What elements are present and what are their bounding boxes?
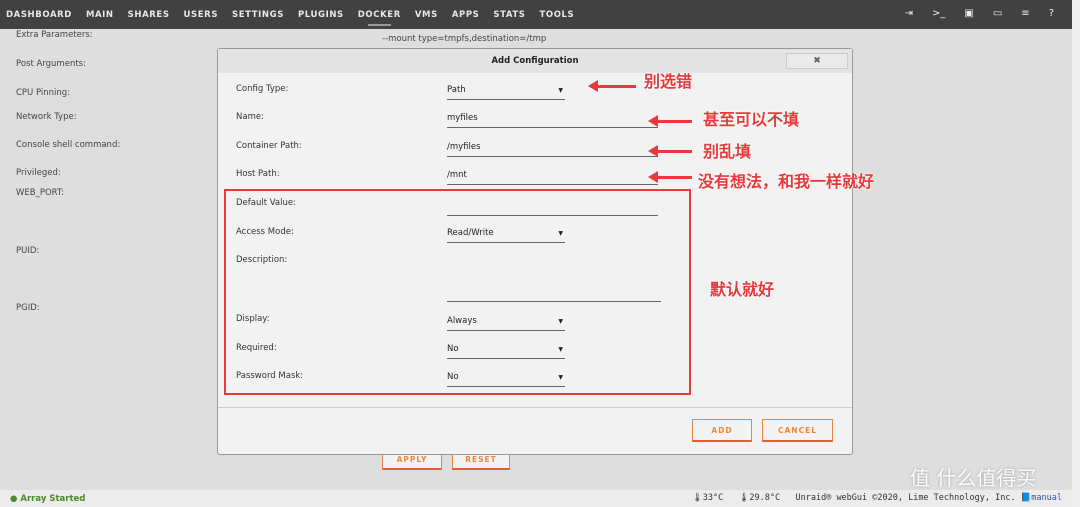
config-type-label: Config Type:	[236, 84, 289, 94]
nav-users[interactable]: USERS	[184, 10, 219, 20]
status-bar: ● Array Started 🌡33°C 🌡29.8°C Unraid® we…	[0, 490, 1072, 507]
bg-label: PUID:	[16, 246, 40, 256]
watermark-logo: 值 什么值得买	[910, 466, 1037, 490]
array-status-text: Array Started	[20, 493, 86, 504]
annotation-text: 没有想法，和我一样就好	[698, 172, 875, 191]
close-button[interactable]: ✖	[786, 53, 848, 69]
scrollbar[interactable]	[1072, 0, 1080, 507]
manual-icon: 📘	[1020, 493, 1032, 503]
copyright: Unraid® webGui ©2020, Lime Technology, I…	[795, 493, 1016, 503]
nav-vms[interactable]: VMS	[415, 10, 438, 20]
nav-plugins[interactable]: PLUGINS	[298, 10, 344, 20]
extra-params-value: --mount type=tmpfs,destination=/tmp	[382, 34, 547, 44]
container-path-input[interactable]: /myfiles	[447, 140, 658, 157]
nav-shares[interactable]: SHARES	[128, 10, 170, 20]
board-temp: 29.8°C	[749, 493, 781, 503]
bg-label: WEB_PORT:	[16, 188, 65, 198]
annotation-text: 别选错	[644, 72, 693, 91]
cpu-temp: 33°C	[702, 493, 724, 503]
bg-label: CPU Pinning:	[16, 88, 71, 98]
logout-icon[interactable]: ⇥	[905, 8, 913, 19]
arrow-icon	[648, 171, 692, 183]
log-icon[interactable]: ≡	[1021, 8, 1029, 19]
bg-label: Extra Parameters:	[16, 30, 93, 40]
nav-settings[interactable]: SETTINGS	[232, 10, 284, 20]
feedback-icon[interactable]: ▣	[964, 8, 973, 19]
nav-main[interactable]: MAIN	[86, 10, 114, 20]
bg-label: PGID:	[16, 303, 40, 313]
bg-label: Post Arguments:	[16, 59, 86, 69]
help-icon[interactable]: ?	[1049, 8, 1054, 19]
manual-link[interactable]: manual	[1031, 493, 1062, 503]
status-dot-icon: ●	[10, 493, 18, 504]
host-path-input[interactable]: /mnt	[447, 168, 658, 185]
name-input[interactable]: myfiles	[447, 111, 658, 128]
annotation-box	[224, 189, 691, 395]
bg-label: Network Type:	[16, 112, 77, 122]
terminal-icon[interactable]: >_	[932, 8, 945, 19]
nav-docker[interactable]: DOCKER	[358, 10, 401, 26]
top-nav: DASHBOARD MAIN SHARES USERS SETTINGS PLU…	[0, 0, 1072, 29]
nav-dashboard[interactable]: DASHBOARD	[6, 10, 72, 20]
thermometer-icon: 🌡	[691, 493, 703, 503]
nav-stats[interactable]: STATS	[493, 10, 525, 20]
container-path-label: Container Path:	[236, 141, 302, 151]
arrow-icon	[648, 145, 692, 157]
bg-label: Console shell command:	[16, 140, 121, 150]
arrow-icon	[648, 115, 692, 127]
nav-apps[interactable]: APPS	[452, 10, 480, 20]
dialog-title: Add Configuration	[218, 49, 852, 73]
nav-tools[interactable]: TOOLS	[539, 10, 574, 20]
display-icon[interactable]: ▭	[993, 8, 1002, 19]
add-button[interactable]: ADD	[692, 419, 752, 442]
bg-label: Privileged:	[16, 168, 61, 178]
cancel-button[interactable]: CANCEL	[762, 419, 833, 442]
host-path-label: Host Path:	[236, 169, 280, 179]
divider	[218, 407, 852, 408]
thermometer-icon: 🌡	[738, 493, 750, 503]
config-type-select[interactable]: Path	[447, 83, 565, 100]
annotation-text: 甚至可以不填	[703, 110, 800, 129]
annotation-text: 别乱填	[703, 142, 752, 161]
annotation-text: 默认就好	[710, 280, 775, 299]
arrow-icon	[588, 80, 636, 92]
array-status: ● Array Started	[10, 494, 85, 504]
name-label: Name:	[236, 112, 264, 122]
